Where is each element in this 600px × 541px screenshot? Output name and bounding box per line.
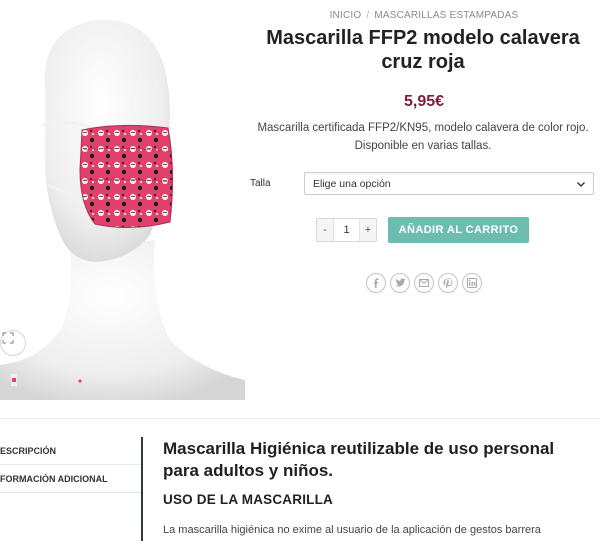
add-to-cart-button[interactable]: AÑADIR AL CARRITO (388, 217, 529, 243)
tab-additional-info[interactable]: FORMACIÓN ADICIONAL (0, 465, 141, 493)
facebook-icon[interactable] (366, 273, 386, 293)
product-tabs: ESCRIPCIÓN FORMACIÓN ADICIONAL (0, 437, 141, 493)
twitter-icon[interactable] (390, 273, 410, 293)
size-select[interactable]: Elige una opción (304, 172, 594, 195)
tab-indicator (141, 437, 143, 541)
thumbnail-1[interactable] (8, 372, 26, 392)
tab-description[interactable]: ESCRIPCIÓN (0, 437, 141, 465)
quantity-stepper: - 1 + (316, 218, 377, 242)
chevron-down-icon (577, 182, 585, 187)
linkedin-icon[interactable] (462, 273, 482, 293)
thumbnail-strip (0, 372, 245, 394)
email-icon[interactable] (414, 273, 434, 293)
content-subheading: USO DE LA MASCARILLA (163, 492, 333, 507)
thumbnail-2[interactable] (74, 372, 92, 392)
breadcrumb-separator: / (366, 10, 370, 21)
quantity-increase-button[interactable]: + (360, 219, 376, 241)
content-heading: Mascarilla Higiénica reutilizable de uso… (163, 439, 555, 480)
quantity-input[interactable]: 1 (333, 219, 360, 241)
zoom-button[interactable] (0, 330, 26, 356)
breadcrumb-category-link[interactable]: MASCARILLAS ESTAMPADAS (374, 10, 518, 21)
expand-icon (2, 332, 14, 344)
section-divider (0, 418, 600, 419)
share-icons (366, 273, 482, 293)
content-paragraph: La mascarilla higiénica no exime al usua… (163, 524, 541, 536)
product-gallery (0, 0, 245, 400)
tab-content: Mascarilla Higiénica reutilizable de uso… (163, 438, 593, 539)
product-price: 5,95€ (403, 93, 445, 110)
product-title: Mascarilla FFP2 modelo calavera cruz roj… (266, 27, 580, 73)
size-label: Talla (250, 178, 271, 189)
size-select-value: Elige una opción (313, 178, 391, 190)
product-image[interactable] (0, 0, 245, 400)
breadcrumb-home-link[interactable]: INICIO (330, 10, 362, 21)
breadcrumb: INICIO / MASCARILLAS ESTAMPADAS (300, 10, 548, 21)
pinterest-icon[interactable] (438, 273, 458, 293)
product-description: Mascarilla certificada FFP2/KN95, modelo… (257, 122, 589, 152)
quantity-decrease-button[interactable]: - (317, 219, 333, 241)
